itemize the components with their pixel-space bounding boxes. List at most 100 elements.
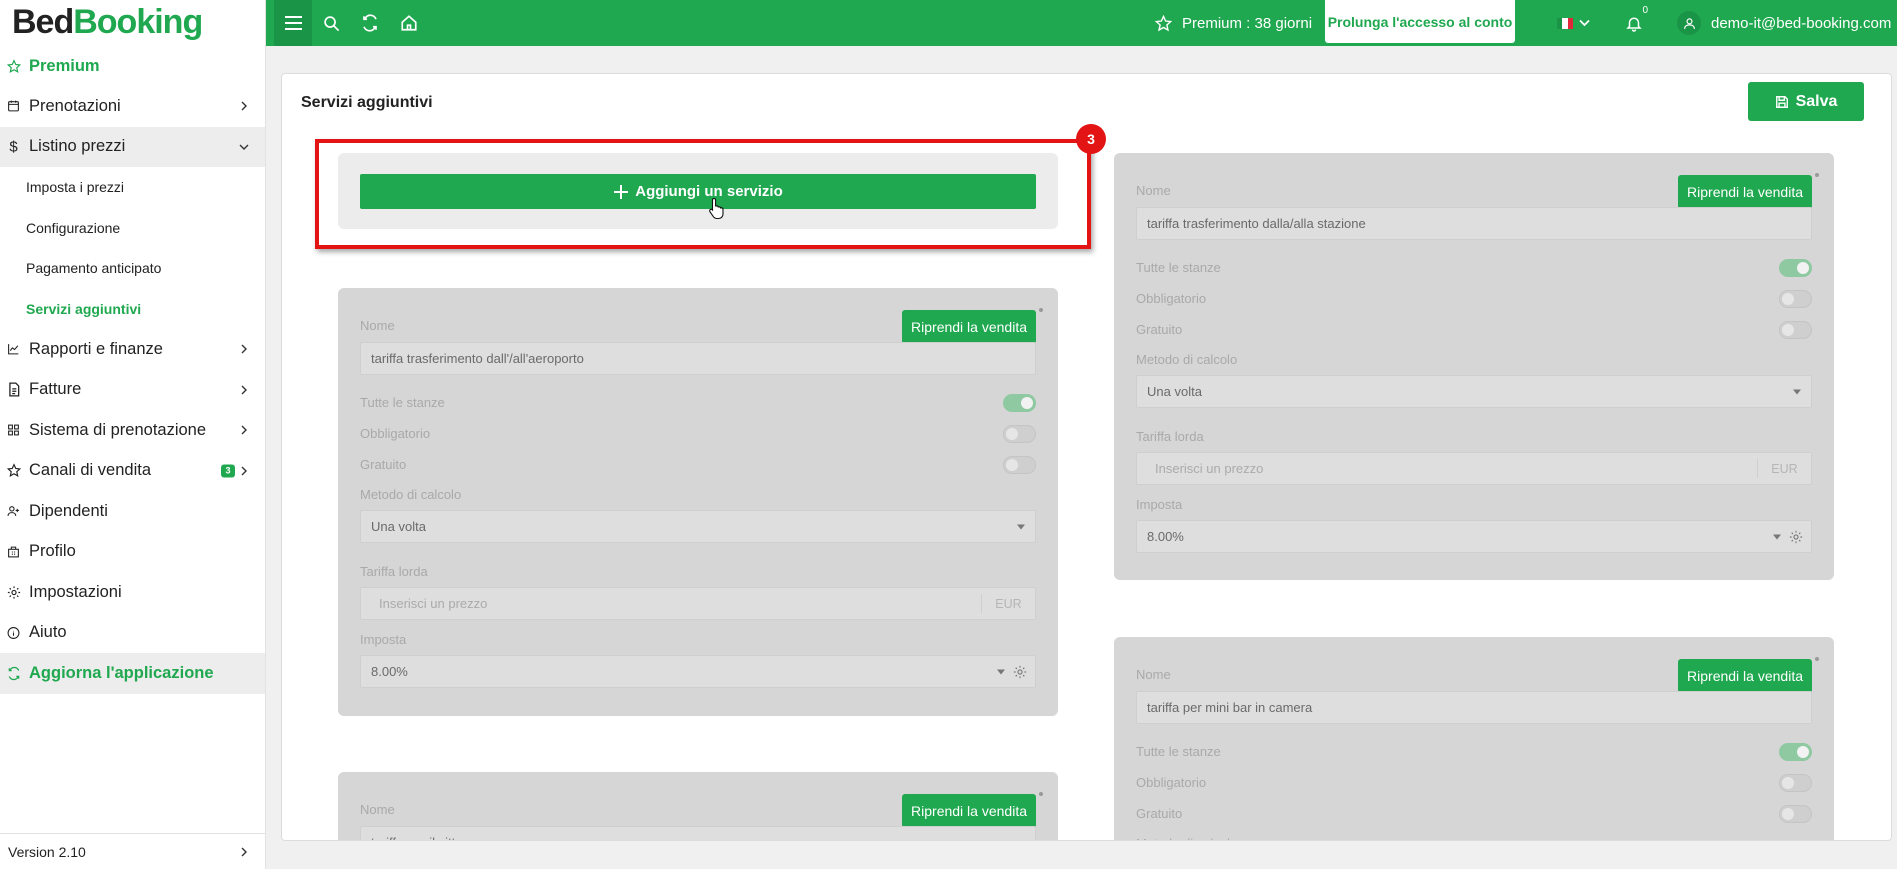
chevron-right-icon — [241, 344, 247, 354]
chevron-down-icon — [239, 144, 249, 150]
extend-access-button[interactable]: Prolunga l'accesso al conto — [1325, 0, 1515, 43]
price-placeholder: Inserisci un prezzo — [1155, 461, 1264, 476]
sidebar-item-label: Aggiorna l'applicazione — [29, 663, 214, 682]
method-value: Una volta — [1147, 384, 1202, 399]
logo[interactable]: BedBooking — [0, 0, 265, 46]
calculation-method-select[interactable]: Una volta — [1136, 375, 1812, 408]
save-icon — [1775, 95, 1788, 108]
all-rooms-toggle[interactable] — [1779, 743, 1812, 761]
count-badge: 3 — [221, 464, 235, 478]
service-name-field[interactable]: tariffa trasferimento dall'/all'aeroport… — [360, 342, 1036, 375]
tax-select[interactable]: 8.00% — [1136, 520, 1812, 553]
resume-sale-button[interactable]: Riprendi la vendita — [1678, 175, 1812, 209]
chevron-right-icon — [241, 101, 247, 111]
service-card-airport: Nome Riprendi la vendita tariffa trasfer… — [338, 288, 1058, 716]
gear-icon[interactable] — [1789, 530, 1803, 544]
all-rooms-toggle[interactable] — [1003, 394, 1036, 412]
sidebar-item-label: Premium — [29, 56, 100, 75]
all-rooms-label: Tutte le stanze — [360, 395, 445, 410]
resume-sale-button[interactable]: Riprendi la vendita — [902, 794, 1036, 828]
sidebar-item-label: Canali di vendita — [29, 461, 151, 480]
refresh-icon — [6, 666, 21, 681]
sidebar-item-configurazione[interactable]: Configurazione — [0, 208, 265, 249]
calculation-method-select[interactable]: Una volta — [360, 510, 1036, 543]
services-panel: Servizi aggiuntivi Salva Aggiungi un ser… — [281, 73, 1892, 841]
user-menu[interactable]: demo-it@bed-booking.com — [1677, 0, 1891, 46]
chevron-right-icon — [241, 847, 247, 856]
all-rooms-toggle[interactable] — [1779, 259, 1812, 277]
sidebar-item-label: Listino prezzi — [29, 137, 126, 156]
service-card-station: Nome Riprendi la vendita tariffa trasfer… — [1114, 153, 1834, 580]
mandatory-toggle[interactable] — [1779, 290, 1812, 308]
required-marker — [1039, 792, 1043, 796]
resume-sale-button[interactable]: Riprendi la vendita — [902, 310, 1036, 344]
version-footer[interactable]: Version 2.10 — [0, 833, 265, 869]
user-icon — [1683, 17, 1695, 29]
invoice-icon — [6, 382, 21, 397]
sidebar-item-pagamento-anticipato[interactable]: Pagamento anticipato — [0, 248, 265, 289]
service-name-field[interactable]: tariffa trasferimento dalla/alla stazion… — [1136, 207, 1812, 240]
top-bar: Premium : 38 giorni Prolunga l'accesso a… — [266, 0, 1897, 46]
tax-value: 8.00% — [1147, 529, 1184, 544]
premium-days-text: Premium : 38 giorni — [1182, 14, 1313, 32]
save-label: Salva — [1795, 92, 1838, 110]
user-plus-icon — [6, 504, 21, 519]
service-name-field[interactable]: tariffa per mini bar in camera — [1136, 691, 1812, 724]
chevron-right-icon — [241, 425, 247, 435]
all-rooms-label: Tutte le stanze — [1136, 260, 1221, 275]
tax-value: 8.00% — [371, 664, 408, 679]
grid-icon — [6, 423, 21, 438]
sidebar-item-rapporti-finanze[interactable]: Rapporti e finanze — [0, 329, 265, 370]
sidebar-item-servizi-aggiuntivi[interactable]: Servizi aggiuntivi — [0, 289, 265, 330]
sidebar-item-dipendenti[interactable]: Dipendenti — [0, 491, 265, 532]
home-icon — [401, 15, 417, 31]
sidebar-item-label: Sistema di prenotazione — [29, 420, 207, 439]
sidebar-item-profilo[interactable]: Profilo — [0, 532, 265, 573]
caret-down-icon — [1017, 524, 1025, 529]
search-button[interactable] — [312, 0, 350, 46]
home-button[interactable] — [390, 0, 428, 46]
sidebar-item-update-app[interactable]: Aggiorna l'applicazione — [0, 653, 265, 694]
chevron-down-icon — [1579, 19, 1590, 27]
notifications-button[interactable]: 0 — [1620, 0, 1648, 46]
gear-icon[interactable] — [1013, 665, 1027, 679]
refresh-button[interactable] — [351, 0, 389, 46]
free-toggle[interactable] — [1003, 456, 1036, 474]
language-selector[interactable] — [1557, 0, 1590, 46]
sidebar-item-imposta-prezzi[interactable]: Imposta i prezzi — [0, 167, 265, 208]
chevron-right-icon — [241, 466, 247, 476]
resume-sale-button[interactable]: Riprendi la vendita — [1678, 659, 1812, 693]
mandatory-label: Obbligatorio — [1136, 775, 1207, 790]
service-card-meals: Nome Riprendi la vendita tariffa per il … — [338, 772, 1058, 840]
caret-down-icon — [997, 669, 1005, 674]
method-label: Metodo di calcolo — [360, 487, 462, 502]
sidebar-item-premium[interactable]: Premium — [0, 46, 265, 86]
free-toggle[interactable] — [1779, 321, 1812, 339]
sidebar-item-aiuto[interactable]: Aiuto — [0, 613, 265, 654]
name-label: Nome — [360, 318, 395, 333]
free-label: Gratuito — [360, 457, 407, 472]
free-label: Gratuito — [1136, 806, 1183, 821]
service-card-minibar: Nome Riprendi la vendita tariffa per min… — [1114, 637, 1834, 840]
add-service-button[interactable]: Aggiungi un servizio — [360, 174, 1036, 209]
sidebar-item-impostazioni[interactable]: Impostazioni — [0, 572, 265, 613]
sidebar-item-label: Servizi aggiuntivi — [26, 300, 142, 317]
hamburger-menu-button[interactable] — [274, 0, 312, 46]
sidebar-item-prenotazioni[interactable]: Prenotazioni — [0, 86, 265, 127]
sidebar-item-label: Fatture — [29, 380, 82, 399]
price-input[interactable]: Inserisci un prezzo EUR — [360, 587, 1036, 620]
price-input[interactable]: Inserisci un prezzo EUR — [1136, 452, 1812, 485]
premium-status: Premium : 38 giorni — [1155, 0, 1312, 46]
save-button[interactable]: Salva — [1748, 82, 1864, 121]
sidebar-item-fatture[interactable]: Fatture — [0, 370, 265, 411]
free-toggle[interactable] — [1779, 805, 1812, 823]
all-rooms-label: Tutte le stanze — [1136, 744, 1221, 759]
sidebar-item-listino-prezzi[interactable]: $ Listino prezzi — [0, 126, 265, 167]
user-email: demo-it@bed-booking.com — [1711, 14, 1892, 32]
mandatory-toggle[interactable] — [1003, 425, 1036, 443]
sidebar-item-canali-vendita[interactable]: Canali di vendita 3 — [0, 451, 265, 492]
tax-select[interactable]: 8.00% — [360, 655, 1036, 688]
service-name-field[interactable]: tariffa per il vitto — [360, 826, 1036, 840]
sidebar-item-sistema-prenotazione[interactable]: Sistema di prenotazione — [0, 410, 265, 451]
mandatory-toggle[interactable] — [1779, 774, 1812, 792]
